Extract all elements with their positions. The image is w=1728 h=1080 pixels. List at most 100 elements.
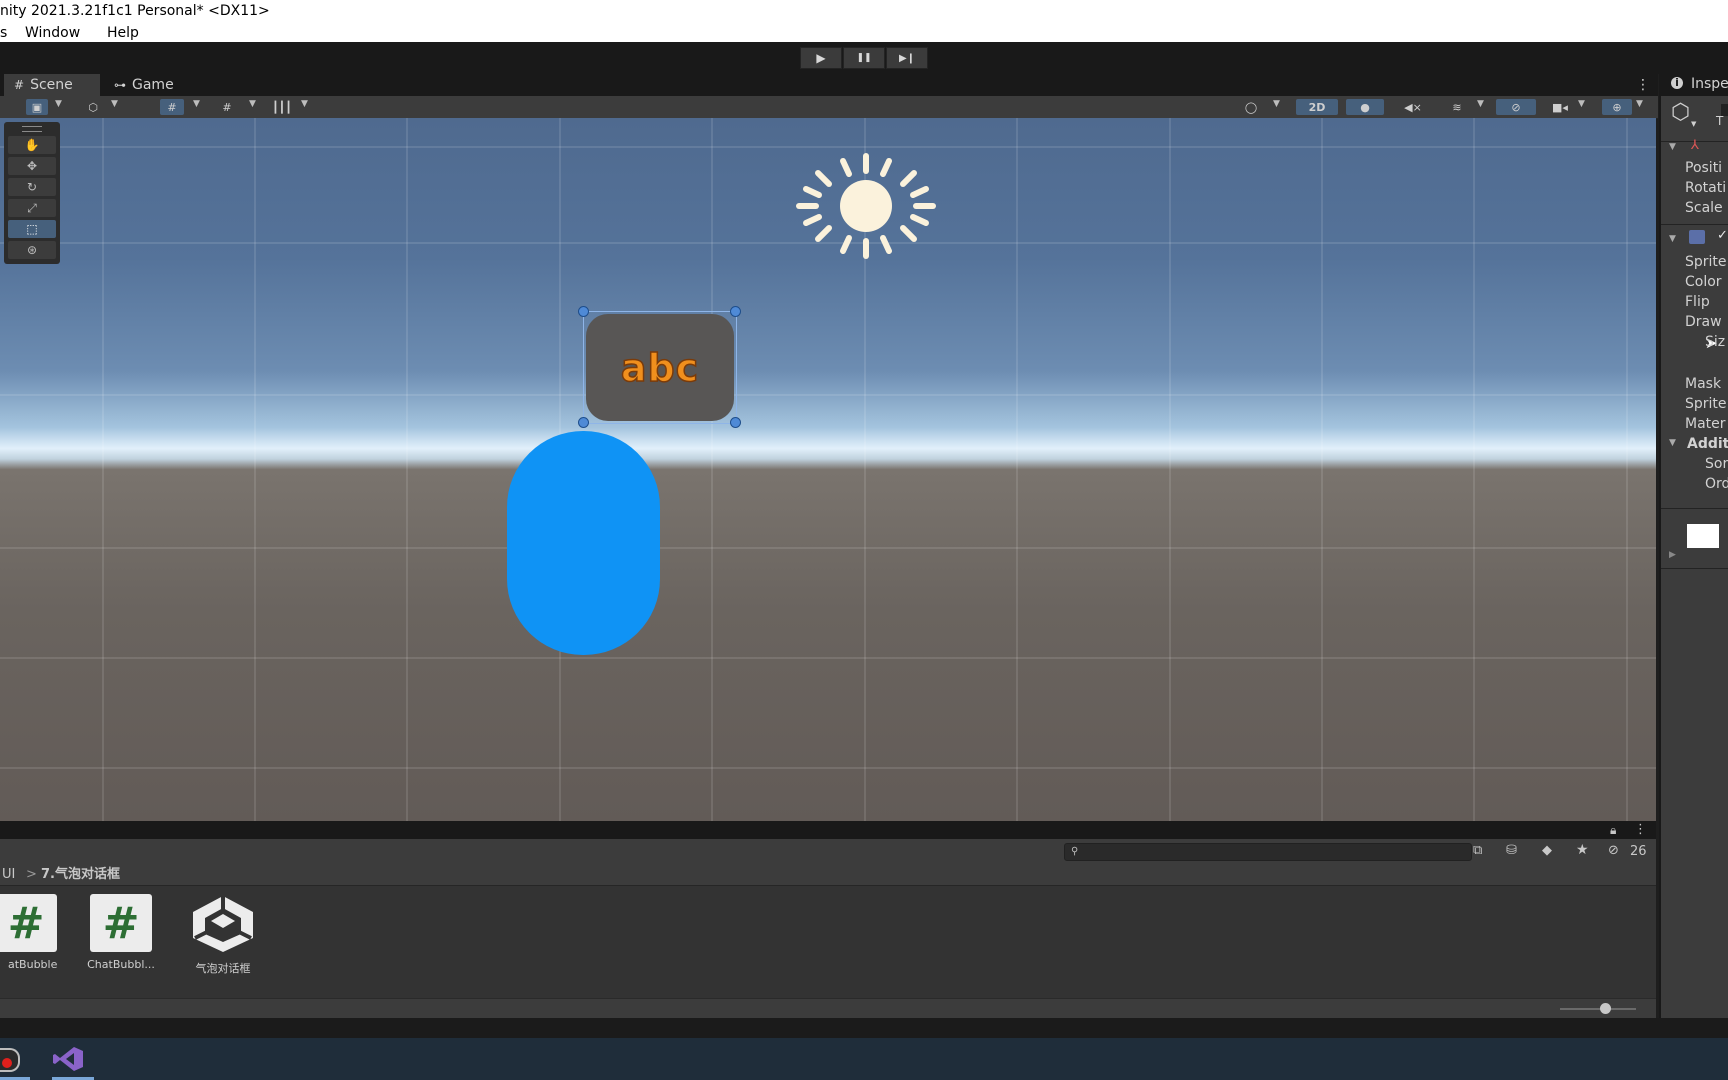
inspector-tab[interactable]: i Inspe	[1661, 74, 1728, 96]
visibility-toggle[interactable]: ⊘	[1496, 99, 1536, 115]
step-button[interactable]: ▶❙	[886, 47, 928, 69]
search-input[interactable]: ⚲	[1064, 843, 1472, 861]
breadcrumb-root[interactable]: UI	[2, 865, 15, 885]
search-by-label-icon[interactable]: ⛁	[1506, 843, 1517, 858]
flip-label: Flip	[1685, 294, 1710, 310]
project-panel-header: 🔒︎ ⋮	[0, 821, 1656, 839]
grid-snap-dropdown-icon[interactable]: ▼	[193, 99, 200, 109]
recorder-app-icon[interactable]	[0, 1048, 20, 1072]
menu-item-window[interactable]: Window	[25, 24, 80, 42]
increment-snap-dropdown-icon[interactable]: ▼	[249, 99, 256, 109]
sprite-sort-point-label: Sprite	[1685, 396, 1727, 412]
favorite-star-icon[interactable]: ★	[1576, 842, 1589, 858]
size-label: Siz	[1705, 334, 1726, 350]
effects-toggle[interactable]: ≋	[1442, 99, 1472, 115]
tab-scene[interactable]: # Scene	[4, 74, 100, 96]
panel-menu-icon[interactable]: ⋮	[1636, 74, 1650, 96]
grid-snap-button[interactable]: #	[160, 99, 184, 115]
icon-size-slider[interactable]	[1560, 1003, 1636, 1014]
gamepad-icon: ⊶	[114, 78, 126, 92]
hidden-packages-icon[interactable]: ⊘	[1608, 843, 1619, 858]
eye-hidden-icon: ⊘	[1511, 100, 1521, 114]
selected-sprite[interactable]: abc	[578, 306, 741, 428]
toggle-2d-button[interactable]: 2D	[1296, 99, 1338, 115]
move-tool-button[interactable]: ✥	[8, 157, 56, 175]
scene-viewport[interactable]: abc	[0, 118, 1656, 821]
lighting-toggle[interactable]: ●	[1346, 99, 1384, 115]
transform-icon: ⊛	[26, 243, 38, 257]
draw-mode-dropdown-icon[interactable]: ▼	[55, 99, 62, 109]
window-title-bar: nity 2021.3.21f1c1 Personal* <DX11>	[0, 0, 1728, 24]
rect-handle[interactable]	[578, 417, 589, 428]
material-preview[interactable]	[1687, 524, 1719, 548]
rotate-icon: ↻	[26, 180, 38, 194]
tab-game[interactable]: ⊶ Game	[104, 74, 200, 96]
asset-chatbubble-script[interactable]: # atBubble	[0, 894, 74, 971]
transform-tool-button[interactable]: ⊛	[8, 241, 56, 259]
additional-settings-foldout-icon[interactable]: ▼	[1669, 438, 1676, 448]
inspector-divider	[1661, 224, 1728, 225]
ruler-dropdown-icon[interactable]: ▼	[301, 99, 308, 109]
status-bar	[0, 1018, 1728, 1038]
gameobject-cube-icon: ⬡	[1671, 100, 1691, 125]
menu-bar: s Window Help	[0, 24, 1728, 42]
scale-tool-button[interactable]: ⤢	[8, 199, 56, 217]
component-enabled-checkmark-icon[interactable]: ✓	[1717, 228, 1728, 243]
selection-rect	[583, 311, 737, 424]
increment-snap-button[interactable]: #	[216, 99, 238, 115]
lock-icon[interactable]: 🔒︎	[1610, 821, 1616, 839]
palette-grip[interactable]	[22, 126, 42, 132]
effects-dropdown-icon[interactable]: ▼	[1477, 99, 1484, 109]
speaker-muted-icon: ◀×	[1404, 100, 1422, 114]
panel-menu-icon[interactable]: ⋮	[1634, 821, 1647, 839]
rotation-label: Rotati	[1685, 180, 1727, 196]
menu-item-cut[interactable]: s	[0, 24, 7, 42]
material-foldout-icon[interactable]: ▶	[1669, 550, 1676, 560]
gizmos-dropdown-icon[interactable]: ▼	[1636, 99, 1643, 109]
transform-foldout-icon[interactable]: ▼	[1669, 142, 1676, 152]
search-by-type-icon[interactable]: ⧉	[1473, 843, 1482, 858]
visual-studio-app-icon[interactable]	[52, 1046, 84, 1072]
shading-button[interactable]: ⬡	[82, 99, 104, 115]
camera-button[interactable]: ■◂	[1546, 99, 1574, 115]
slider-thumb[interactable]	[1600, 1003, 1611, 1014]
hand-tool-button[interactable]: ✋	[8, 136, 56, 154]
play-button[interactable]: ▶	[800, 47, 842, 69]
orientation-button[interactable]: ◯	[1240, 99, 1262, 115]
camera-dropdown-icon[interactable]: ▼	[1578, 99, 1585, 109]
csharp-script-icon: #	[90, 894, 152, 952]
ruler-button[interactable]: ┃┃┃	[270, 99, 294, 115]
tab-scene-label: Scene	[30, 77, 73, 93]
breadcrumb-separator: >	[26, 867, 37, 882]
pause-button[interactable]: ❚❚	[843, 47, 885, 69]
capsule-sprite[interactable]	[507, 431, 660, 655]
menu-item-help[interactable]: Help	[107, 24, 139, 42]
gizmos-icon: ⊕	[1612, 100, 1622, 114]
sprite-label: Sprite	[1685, 254, 1727, 270]
sun-light-icon[interactable]	[796, 151, 936, 261]
gameobject-dropdown-icon[interactable]: ▼	[1691, 120, 1696, 128]
rect-handle[interactable]	[730, 417, 741, 428]
info-icon: i	[1671, 77, 1683, 89]
step-icon: ▶❙	[898, 52, 916, 64]
asset-chatbubble-script-2[interactable]: # ChatBubbl...	[73, 894, 169, 971]
asset-scene[interactable]: 气泡对话框	[175, 894, 271, 976]
sprite-renderer-icon	[1689, 230, 1705, 244]
rect-tool-button[interactable]: ⬚	[8, 220, 56, 238]
scene-tab-bar: # Scene ⊶ Game ⋮	[0, 74, 1658, 96]
tag-icon[interactable]: ◆	[1542, 843, 1552, 858]
draw-mode-button[interactable]: ▣	[26, 99, 48, 115]
breadcrumb-folder[interactable]: 7.气泡对话框	[41, 865, 120, 885]
asset-label: ChatBubbl...	[87, 958, 155, 971]
rotate-tool-button[interactable]: ↻	[8, 178, 56, 196]
rect-handle[interactable]	[578, 306, 589, 317]
gizmos-button[interactable]: ⊕	[1602, 99, 1632, 115]
asset-label: 气泡对话框	[195, 962, 251, 975]
shading-dropdown-icon[interactable]: ▼	[111, 99, 118, 109]
orientation-dropdown-icon[interactable]: ▼	[1273, 99, 1280, 109]
scale-label: Scale	[1685, 200, 1723, 216]
audio-toggle[interactable]: ◀×	[1394, 99, 1432, 115]
rect-handle[interactable]	[730, 306, 741, 317]
draw-mode-icon: ▣	[31, 100, 43, 114]
sprite-renderer-foldout-icon[interactable]: ▼	[1669, 234, 1676, 244]
